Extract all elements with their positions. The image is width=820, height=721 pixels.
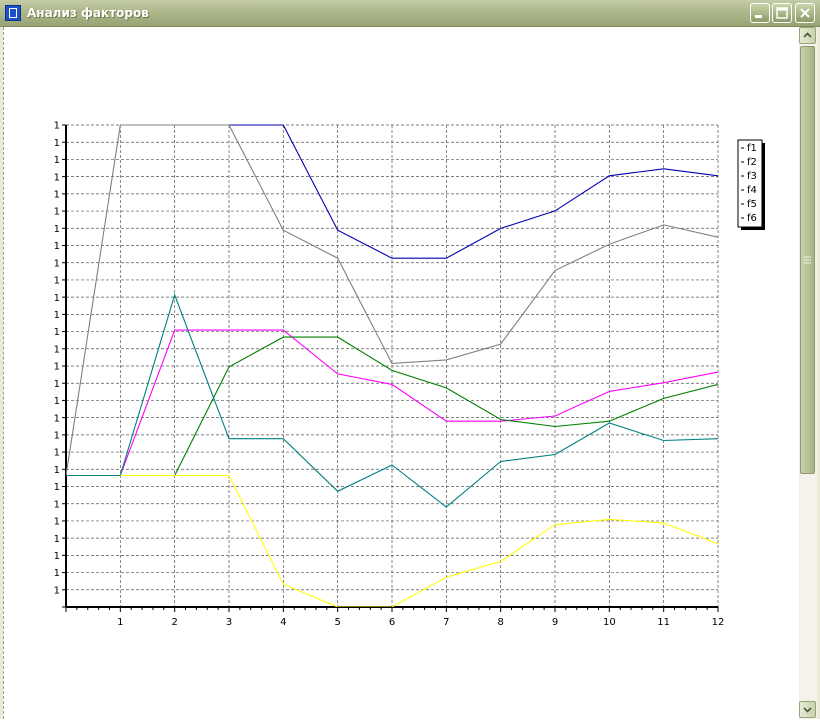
x-tick-label: 2	[171, 617, 177, 628]
y-tick-label: 1	[54, 448, 60, 459]
scroll-thumb[interactable]	[800, 46, 815, 474]
scroll-down-button[interactable]	[799, 701, 816, 718]
y-tick-label: 1	[54, 293, 60, 304]
x-tick-label: 7	[443, 617, 449, 628]
y-tick-label: 1	[54, 172, 60, 183]
scroll-up-button[interactable]	[799, 27, 816, 44]
x-tick-label: 3	[226, 617, 232, 628]
y-tick-label: 1	[54, 121, 60, 132]
x-tick-label: 4	[280, 617, 286, 628]
y-tick-label: 1	[54, 241, 60, 252]
y-tick-label: 1	[54, 276, 60, 287]
y-tick-label: 1	[54, 310, 60, 321]
legend-label-f1: f1	[747, 143, 757, 154]
scroll-thumb-grip	[804, 256, 811, 264]
y-tick-label: 1	[54, 138, 60, 149]
y-tick-label: 1	[54, 517, 60, 528]
y-tick-label: 1	[54, 413, 60, 424]
legend-label-f4: f4	[747, 185, 757, 196]
y-tick-label: 1	[54, 551, 60, 562]
x-tick-label: 5	[334, 617, 340, 628]
y-tick-label: 1	[54, 396, 60, 407]
main-window: Анализ факторов 111111111111111111111111…	[0, 0, 820, 719]
y-tick-label: 1	[54, 224, 60, 235]
y-tick-label: 1	[54, 189, 60, 200]
y-tick-label: 1	[54, 327, 60, 338]
legend-label-f3: f3	[747, 171, 757, 182]
y-tick-label: 1	[54, 499, 60, 510]
scroll-down-icon	[803, 707, 812, 713]
x-tick-label: 10	[603, 617, 616, 628]
y-tick-label: 1	[54, 207, 60, 218]
y-tick-label: 1	[54, 430, 60, 441]
line-chart: 11111111111111111111111111111 2 3 4 5 6 7 8 9 10 1…	[54, 121, 765, 628]
series-line-f1	[229, 124, 718, 259]
y-tick-label: 1	[54, 155, 60, 166]
y-tick-label: 1	[54, 568, 60, 579]
series-line-f6	[120, 474, 718, 607]
x-tick-label: 9	[552, 617, 558, 628]
y-tick-label: 1	[54, 585, 60, 596]
scroll-up-icon	[803, 32, 812, 38]
y-tick-label: 1	[54, 258, 60, 269]
legend-label-f2: f2	[747, 157, 757, 168]
y-tick-label: 1	[54, 482, 60, 493]
x-tick-label: 11	[657, 617, 670, 628]
x-tick-label: 1	[117, 617, 123, 628]
y-tick-label: 1	[54, 344, 60, 355]
vertical-scrollbar[interactable]	[799, 27, 817, 719]
y-tick-label: 1	[54, 379, 60, 390]
x-tick-label: 12	[712, 617, 725, 628]
y-tick-label: 1	[54, 362, 60, 373]
legend-label-f5: f5	[747, 199, 757, 210]
x-tick-label: 6	[389, 617, 395, 628]
y-tick-label: 1	[54, 534, 60, 545]
x-tick-label: 8	[497, 617, 503, 628]
y-tick-label: 1	[54, 465, 60, 476]
legend-label-f6: f6	[747, 213, 757, 224]
